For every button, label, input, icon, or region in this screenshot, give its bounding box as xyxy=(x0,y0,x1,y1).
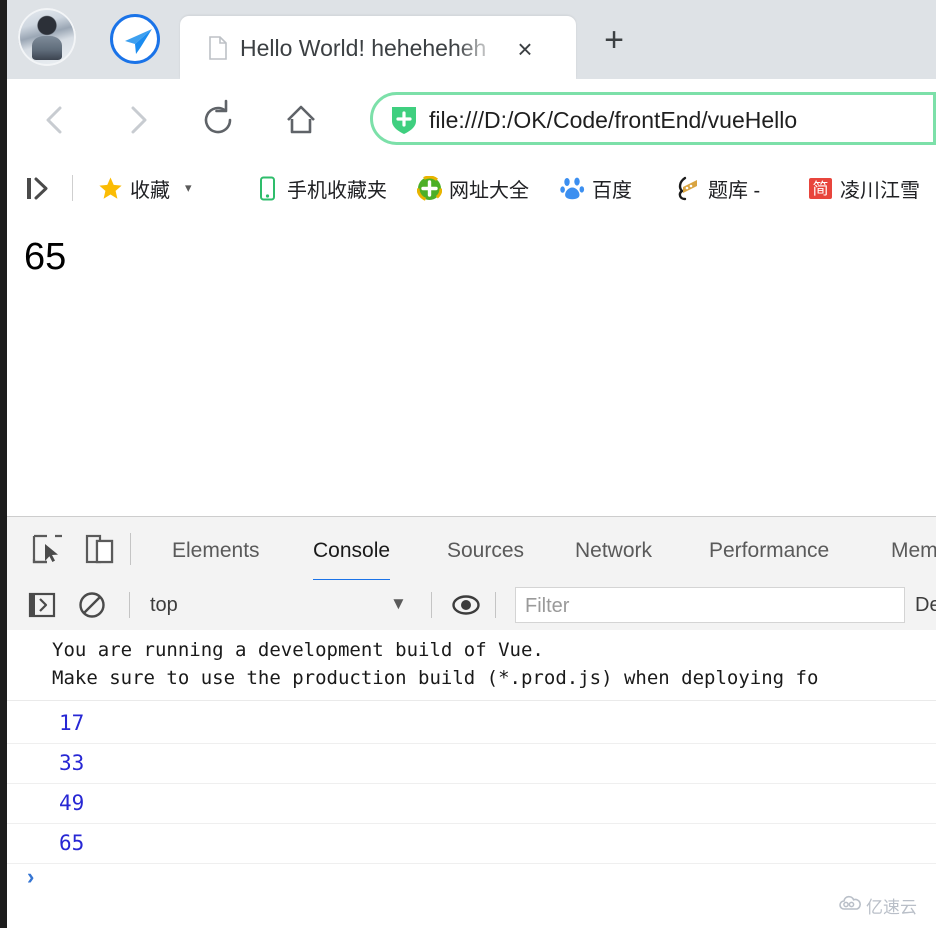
paper-plane-icon[interactable] xyxy=(110,14,160,64)
bookmark-label: 题库 - xyxy=(708,174,760,203)
document-icon xyxy=(208,36,228,60)
console-filter-bar: top ▼ Filter Default levels xyxy=(7,580,936,631)
devtools-panel: Elements Console Sources Network Perform… xyxy=(7,516,936,928)
close-icon[interactable]: × xyxy=(508,32,542,66)
tab-title: Hello World! heheheheh xyxy=(240,31,498,65)
console-context-selector[interactable]: top xyxy=(150,591,178,619)
chevron-right-icon[interactable] xyxy=(115,97,161,143)
browser-tab[interactable]: Hello World! heheheheh × xyxy=(180,16,576,79)
log-value: 33 xyxy=(59,749,84,777)
filter-placeholder: Filter xyxy=(525,592,569,620)
clear-console-icon[interactable] xyxy=(77,590,107,620)
bookmark-item-hao123[interactable]: 网址大全 xyxy=(417,172,529,204)
bookmark-item-baidu[interactable]: 百度 xyxy=(560,172,632,204)
tab-sources[interactable]: Sources xyxy=(447,531,524,579)
home-icon[interactable] xyxy=(278,97,324,143)
tab-network[interactable]: Network xyxy=(575,531,652,579)
bookmarks-bar: 收藏 ▾ 手机收藏夹 网址大全 xyxy=(0,158,936,217)
show-console-sidebar-icon[interactable] xyxy=(27,590,57,620)
divider xyxy=(431,592,432,618)
new-tab-button[interactable]: + xyxy=(594,20,634,60)
console-warning-message: You are running a development build of V… xyxy=(7,630,936,701)
hao123-icon xyxy=(417,176,442,201)
divider xyxy=(130,533,131,565)
watermark-text: 亿速云 xyxy=(866,893,917,918)
tab-console[interactable]: Console xyxy=(313,531,390,582)
log-levels-selector[interactable]: Default levels xyxy=(915,591,936,619)
filter-input[interactable]: Filter xyxy=(515,587,905,623)
address-bar[interactable]: file:///D:/OK/Code/frontEnd/vueHello xyxy=(370,92,936,145)
shield-plus-icon xyxy=(391,105,417,135)
bookmark-item-jianshu[interactable]: 简 凌川江雪 xyxy=(808,172,920,204)
divider xyxy=(72,175,73,201)
bookmark-label: 凌川江雪 xyxy=(840,174,920,203)
warning-line-1: You are running a development build of V… xyxy=(7,636,936,664)
bookmark-panel-icon[interactable] xyxy=(24,173,56,203)
prompt-caret-icon: › xyxy=(27,864,34,890)
phone-icon xyxy=(255,176,280,201)
cloud-icon xyxy=(838,895,862,916)
tiku-icon xyxy=(676,176,701,201)
chevron-down-icon[interactable]: ▾ xyxy=(185,180,192,196)
bookmark-item-phone[interactable]: 手机收藏夹 xyxy=(255,172,387,204)
chevron-left-icon[interactable] xyxy=(32,97,78,143)
url-text: file:///D:/OK/Code/frontEnd/vueHello xyxy=(429,103,933,137)
page-output-value: 65 xyxy=(24,236,66,279)
browser-window: Hello World! heheheheh × + xyxy=(0,0,936,928)
divider xyxy=(495,592,496,618)
chevron-down-icon[interactable]: ▼ xyxy=(390,594,407,614)
warning-line-2: Make sure to use the production build (*… xyxy=(7,664,936,692)
avatar[interactable] xyxy=(18,8,76,66)
console-output[interactable]: You are running a development build of V… xyxy=(7,630,936,928)
tab-strip: Hello World! heheheheh × + xyxy=(0,0,936,79)
window-left-edge xyxy=(0,0,7,928)
console-log-row: 49 xyxy=(7,783,936,824)
baidu-icon xyxy=(560,176,585,201)
jianshu-icon: 简 xyxy=(808,176,833,201)
console-log-row: 65 xyxy=(7,823,936,864)
bookmark-label: 手机收藏夹 xyxy=(287,174,387,203)
bookmark-label: 百度 xyxy=(592,174,632,203)
reload-icon[interactable] xyxy=(195,97,241,143)
star-icon xyxy=(98,176,123,201)
log-value: 65 xyxy=(59,829,84,857)
tab-memory[interactable]: Memory xyxy=(891,531,936,579)
inspect-cursor-icon[interactable] xyxy=(31,533,65,565)
log-value: 49 xyxy=(59,789,84,817)
tab-elements[interactable]: Elements xyxy=(172,531,260,579)
console-log-row: 17 xyxy=(7,703,936,744)
page-viewport: 65 xyxy=(7,216,936,516)
live-expression-icon[interactable] xyxy=(451,590,481,620)
console-log-row: 33 xyxy=(7,743,936,784)
log-value: 17 xyxy=(59,709,84,737)
devtools-tabbar: Elements Console Sources Network Perform… xyxy=(7,517,936,581)
divider xyxy=(129,592,130,618)
bookmark-label: 收藏 xyxy=(130,174,170,203)
watermark: 亿速云 xyxy=(838,893,917,918)
bookmark-item-shoucang[interactable]: 收藏 ▾ xyxy=(98,172,192,204)
bookmark-label: 网址大全 xyxy=(449,174,529,203)
svg-text:简: 简 xyxy=(812,179,828,198)
tab-performance[interactable]: Performance xyxy=(709,531,829,579)
console-prompt[interactable]: › xyxy=(7,862,936,898)
bookmark-item-tiku[interactable]: 题库 - xyxy=(676,172,760,204)
device-toolbar-icon[interactable] xyxy=(83,533,117,565)
